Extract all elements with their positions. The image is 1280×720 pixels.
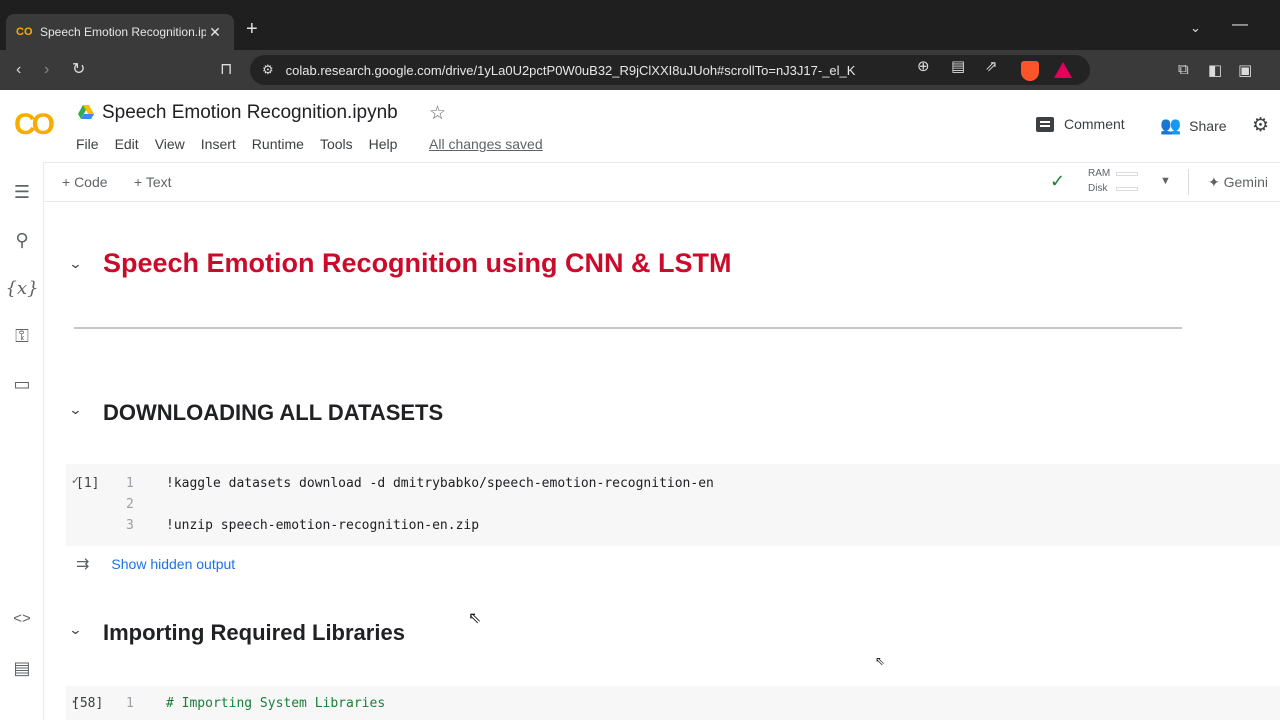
extensions-icon[interactable]: ⧉ [1178,61,1189,78]
menu-view[interactable]: View [155,136,185,152]
code-line[interactable]: 2 [126,497,166,512]
share-button[interactable]: 👥 Share [1160,116,1227,136]
site-settings-icon[interactable]: ⚙ [262,62,274,78]
toolbar-divider [1188,169,1189,195]
menu-help[interactable]: Help [369,136,398,152]
search-icon[interactable]: ⚲ [0,230,44,251]
reader-mode-icon[interactable]: ▤ [951,57,965,75]
output-toggle-icon[interactable]: ⇉ [76,554,89,574]
reload-icon[interactable]: ↻ [72,60,85,80]
main-heading: Speech Emotion Recognition using CNN & L… [103,248,732,278]
show-hidden-output[interactable]: ⇉ Show hidden output [76,554,235,574]
secrets-key-icon[interactable]: ⚿ [0,326,44,347]
bookmark-icon[interactable]: ⊓ [220,60,232,80]
add-code-button[interactable]: + Code [62,174,108,190]
browser-tab[interactable]: CO Speech Emotion Recognition.ip ✕ [6,14,234,50]
notebook-title[interactable]: Speech Emotion Recognition.ipynb [102,102,398,124]
comment-button[interactable]: Comment [1036,116,1125,132]
people-icon: 👥 [1160,116,1182,135]
collapse-section-chevron-icon[interactable]: ⌄ [68,402,82,418]
notebook-content: ⌄ Speech Emotion Recognition using CNN &… [44,202,1280,720]
resource-monitor[interactable]: RAM Disk [1088,166,1110,196]
connected-check-icon: ✓ [1050,171,1066,191]
disk-usage-bar [1116,187,1138,191]
disk-label: Disk [1088,183,1108,194]
ram-label: RAM [1088,168,1111,179]
comment-label: Comment [1064,116,1125,132]
browser-tab-bar: CO Speech Emotion Recognition.ip ✕ + ⌄ — [0,0,1280,50]
left-side-rail: ☰ ⚲ {x} ⚿ ▭ <> ▤ [0,162,44,720]
window-minimize-icon[interactable]: — [1232,16,1248,34]
menu-insert[interactable]: Insert [201,136,236,152]
code-line[interactable]: 3 !unzip speech-emotion-recognition-en.zi… [126,518,479,533]
variables-icon[interactable]: {x} [0,278,44,299]
colab-logo[interactable]: CO [14,108,55,142]
comment-icon [1036,116,1054,132]
brave-rewards-icon[interactable] [1054,62,1072,78]
command-palette-icon[interactable]: ▤ [0,658,44,679]
brave-shield-icon[interactable] [1021,61,1039,81]
menu-tools[interactable]: Tools [320,136,353,152]
gemini-sparkle-icon: ✦ [1208,174,1224,190]
table-of-contents-icon[interactable]: ☰ [0,182,44,203]
ram-usage-bar [1116,172,1138,176]
tab-close-icon[interactable]: ✕ [206,24,224,41]
save-status[interactable]: All changes saved [429,136,543,152]
new-tab-button[interactable]: + [246,18,258,40]
colab-favicon-icon: CO [16,26,33,38]
menu-edit[interactable]: Edit [115,136,139,152]
code-line[interactable]: 1 !kaggle datasets download -d dmitrybabk… [126,476,714,491]
menu-file[interactable]: File [76,136,99,152]
execution-count: [58] [72,696,104,711]
collapse-section-chevron-icon[interactable]: ⌄ [68,256,82,272]
tab-search-chevron-icon[interactable]: ⌄ [1190,20,1201,36]
execution-count: [1] [76,476,100,491]
url-text: colab.research.google.com/drive/1yLa0U2p… [285,62,856,78]
wallet-icon[interactable]: ▣ [1238,61,1252,79]
browser-address-bar: ‹ › ↻ ⊓ ⚙ colab.research.google.com/driv… [0,50,1280,90]
mouse-pointer-icon: ⇖ [468,610,482,627]
collapse-section-chevron-icon[interactable]: ⌄ [68,622,82,638]
show-hidden-output-link[interactable]: Show hidden output [111,556,235,572]
horizontal-rule [74,327,1182,329]
section-heading-libraries: Importing Required Libraries [103,620,405,645]
menu-bar: File Edit View Insert Runtime Tools Help [76,136,413,152]
gemini-label: Gemini [1223,174,1268,190]
notebook-toolbar: + Code + Text ✓ RAM Disk ▼ ✦ Gemini [44,162,1280,202]
mouse-pointer-icon: ⇖ [875,654,886,668]
sidebar-toggle-icon[interactable]: ◧ [1208,61,1222,79]
code-snippets-icon[interactable]: <> [0,610,44,627]
star-icon[interactable]: ☆ [429,102,446,125]
menu-runtime[interactable]: Runtime [252,136,304,152]
back-arrow-icon[interactable]: ‹ [16,60,21,80]
share-label: Share [1189,118,1227,134]
files-folder-icon[interactable]: ▭ [0,374,44,395]
runtime-dropdown-icon[interactable]: ▼ [1160,175,1171,187]
section-heading-datasets: DOWNLOADING ALL DATASETS [103,400,444,425]
tab-title: Speech Emotion Recognition.ip [40,25,206,39]
settings-gear-icon[interactable]: ⚙ [1252,114,1269,137]
code-line[interactable]: 1 # Importing System Libraries [126,696,385,711]
share-page-icon[interactable]: ⇗ [985,57,998,75]
google-drive-icon[interactable] [78,105,94,119]
add-text-button[interactable]: + Text [134,174,172,190]
forward-arrow-icon[interactable]: › [44,60,49,80]
colab-header: CO Speech Emotion Recognition.ipynb ☆ Fi… [0,90,1280,162]
zoom-icon[interactable]: ⊕ [917,57,930,75]
code-cell[interactable]: ✓ [1] 1 !kaggle datasets download -d dmit… [66,464,1280,546]
code-cell[interactable]: ✓ [58] 1 # Importing System Libraries [66,686,1280,720]
gemini-button[interactable]: ✦ Gemini [1208,174,1268,191]
